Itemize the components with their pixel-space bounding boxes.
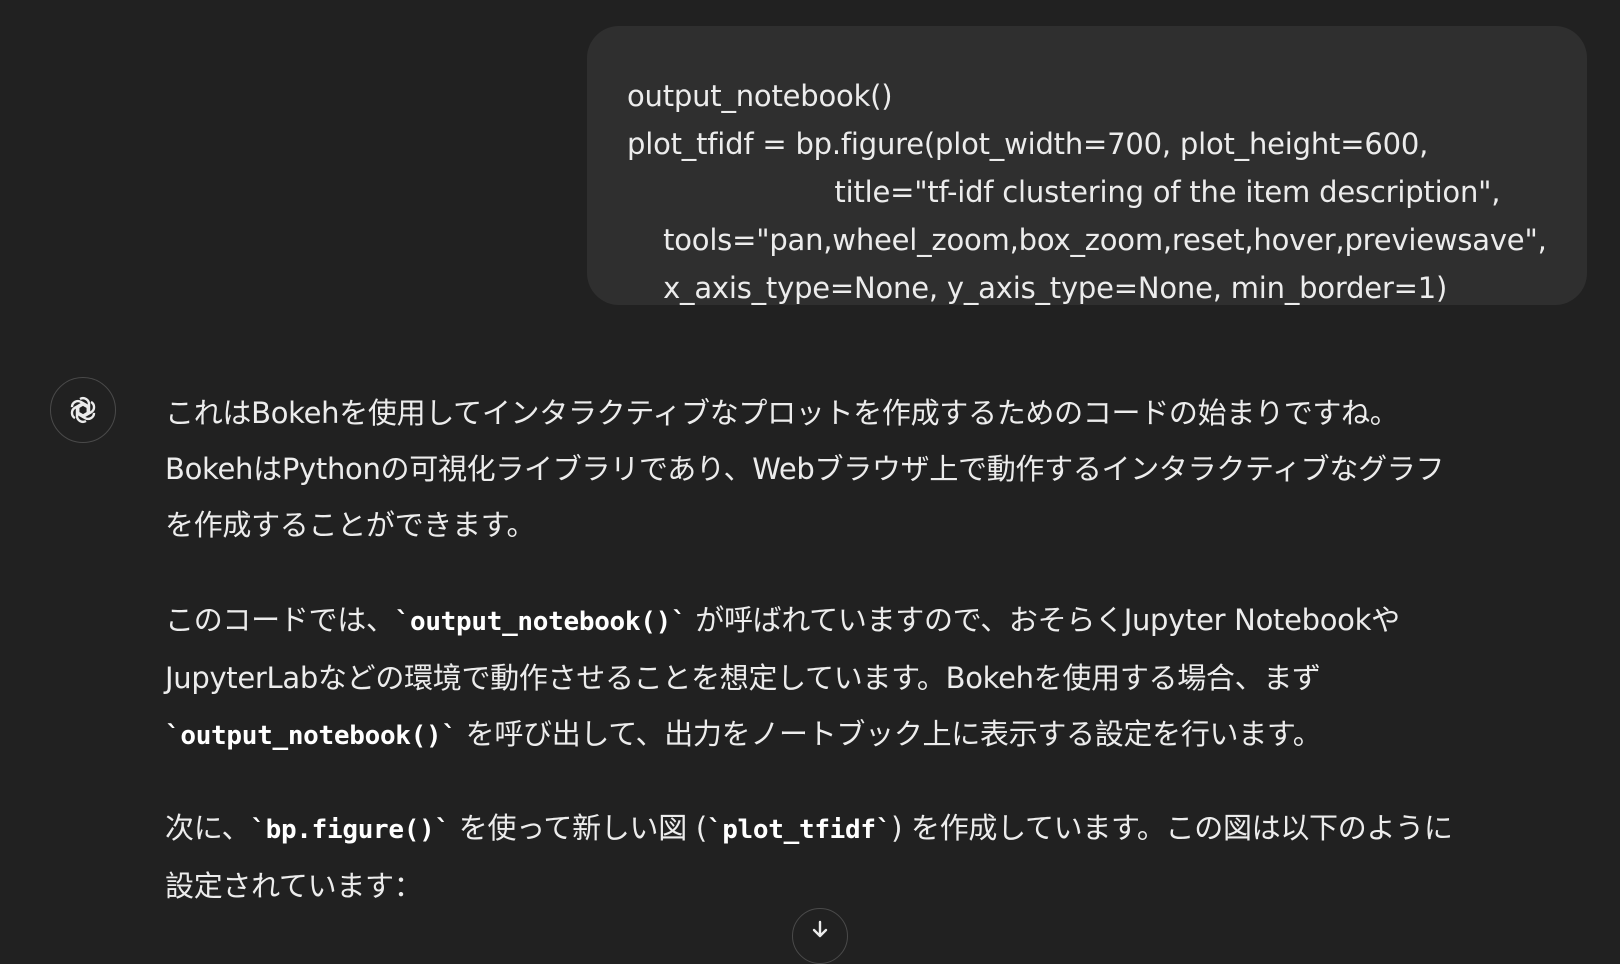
text-segment: を使って新しい図 ( <box>449 811 707 845</box>
user-code-line: title="tf-idf clustering of the item des… <box>627 168 1500 216</box>
text-segment: このコードでは、 <box>165 603 395 637</box>
openai-logo-icon <box>70 397 96 423</box>
text-segment: が呼ばれていますので、おそらくJupyter Notebookや <box>686 603 1400 637</box>
assistant-text-line: BokehはPythonの可視化ライブラリであり、Webブラウザ上で動作するイン… <box>165 452 1445 486</box>
assistant-avatar <box>50 377 116 443</box>
assistant-text-line: このコードでは、`output_notebook()` が呼ばれていますので、お… <box>165 592 1610 650</box>
assistant-text-line: 設定されています： <box>165 869 423 903</box>
text-segment: ) を作成しています。この図は以下のように <box>891 811 1453 845</box>
text-segment: 次に、 <box>165 811 251 845</box>
user-code-line: output_notebook() <box>627 79 893 113</box>
arrow-down-icon <box>812 920 828 938</box>
inline-code: `output_notebook()` <box>165 721 457 751</box>
user-code-line: x_axis_type=None, y_axis_type=None, min_… <box>627 271 1448 305</box>
assistant-paragraph-3: 次に、`bp.figure()` を使って新しい図 (`plot_tfidf`)… <box>165 800 1610 914</box>
user-message-bubble: output_notebook() plot_tfidf = bp.figure… <box>587 26 1587 305</box>
inline-code: `plot_tfidf` <box>706 815 892 845</box>
assistant-text-line: `output_notebook()` を呼び出して、出力をノートブック上に表示… <box>165 706 1610 764</box>
user-code-line-text: title="tf-idf clustering of the item des… <box>627 175 1501 209</box>
assistant-text-line: を作成することができます。 <box>165 508 536 542</box>
assistant-paragraph-2: このコードでは、`output_notebook()` が呼ばれていますので、お… <box>165 592 1610 764</box>
scroll-to-bottom-button[interactable] <box>792 908 848 964</box>
user-code-line: tools="pan,wheel_zoom,box_zoom,reset,hov… <box>627 223 1547 257</box>
assistant-text-line: 次に、`bp.figure()` を使って新しい図 (`plot_tfidf`)… <box>165 800 1610 858</box>
user-code-line: plot_tfidf = bp.figure(plot_width=700, p… <box>627 127 1429 161</box>
text-segment: を呼び出して、出力をノートブック上に表示する設定を行います。 <box>456 717 1322 751</box>
inline-code: `output_notebook()` <box>394 607 687 637</box>
assistant-text-line: JupyterLabなどの環境で動作させることを想定しています。Bokehを使用… <box>165 661 1321 695</box>
assistant-text-line: これはBokehを使用してインタラクティブなプロットを作成するためのコードの始ま… <box>165 396 1399 430</box>
inline-code: `bp.figure()` <box>250 815 450 845</box>
assistant-paragraph-1: これはBokehを使用してインタラクティブなプロットを作成するためのコードの始ま… <box>165 385 1610 553</box>
